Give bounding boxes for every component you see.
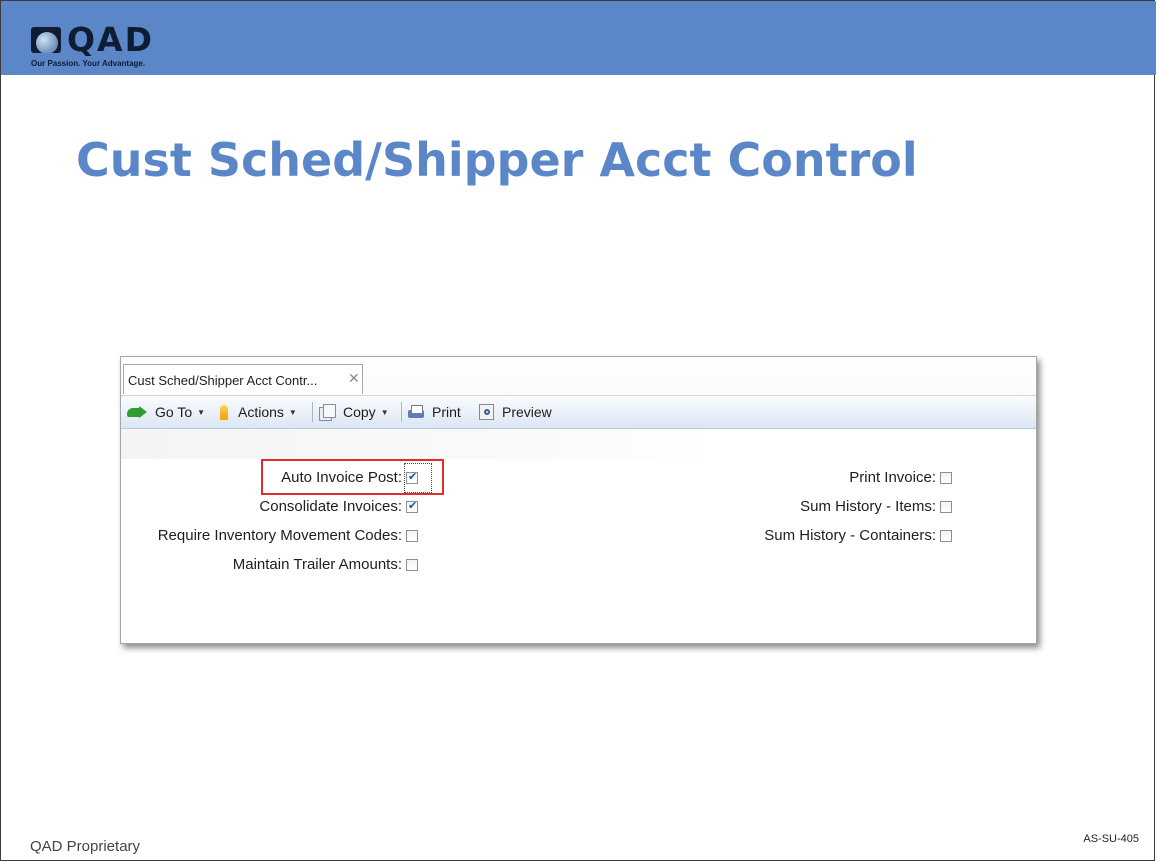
goto-label: Go To	[155, 404, 193, 420]
require-inventory-movement-codes-label: Require Inventory Movement Codes:	[157, 527, 402, 544]
toolbar-separator	[312, 402, 313, 422]
print-invoice-label: Print Invoice:	[849, 469, 936, 486]
sum-history-containers-label: Sum History - Containers:	[764, 527, 936, 544]
tab-strip: Cust Sched/Shipper Acct Contr... ✕	[121, 357, 1036, 396]
consolidate-invoices-checkbox[interactable]	[406, 499, 418, 513]
form-subheader	[121, 429, 1036, 459]
toolbar-separator	[401, 402, 402, 422]
sum-history-items-label: Sum History - Items:	[800, 498, 936, 515]
slide-title: Cust Sched/Shipper Acct Control	[76, 133, 918, 187]
print-button[interactable]: Print	[408, 402, 461, 422]
logo-tagline: Our Passion. Your Advantage.	[31, 59, 146, 68]
print-icon	[408, 405, 426, 419]
footer-proprietary: QAD Proprietary	[30, 838, 141, 855]
preview-icon	[479, 404, 494, 420]
callout-highlight	[261, 459, 444, 495]
consolidate-invoices-label: Consolidate Invoices:	[259, 498, 402, 515]
header-band: QAD Our Passion. Your Advantage.	[1, 1, 1156, 75]
copy-label: Copy	[343, 404, 376, 420]
sum-history-containers-checkbox[interactable]	[940, 530, 952, 542]
tab-close-icon[interactable]: ✕	[348, 370, 360, 387]
preview-label: Preview	[502, 404, 552, 420]
actions-icon	[220, 404, 228, 420]
tab-cust-sched-shipper[interactable]: Cust Sched/Shipper Acct Contr... ✕	[123, 364, 363, 394]
goto-button[interactable]: Go To ▼	[127, 402, 205, 422]
tab-label: Cust Sched/Shipper Acct Contr...	[128, 373, 318, 388]
print-label: Print	[432, 404, 461, 420]
maintain-trailer-amounts-label: Maintain Trailer Amounts:	[232, 556, 402, 573]
maintain-trailer-amounts-checkbox[interactable]	[406, 559, 418, 571]
preview-button[interactable]: Preview	[479, 402, 552, 422]
logo-wordmark: QAD	[67, 20, 154, 59]
copy-icon	[319, 404, 336, 421]
toolbar: Go To ▼ Actions ▼ Copy ▼ Print Preview	[121, 396, 1036, 429]
footer-slide-code: AS-SU-405	[1083, 833, 1139, 845]
copy-button[interactable]: Copy ▼	[319, 402, 389, 422]
require-inventory-movement-codes-checkbox[interactable]	[406, 530, 418, 542]
actions-label: Actions	[238, 404, 284, 420]
goto-arrow-icon	[127, 406, 149, 418]
sum-history-items-checkbox[interactable]	[940, 501, 952, 513]
qad-logo-icon	[31, 27, 61, 53]
chevron-down-icon: ▼	[197, 407, 206, 417]
actions-button[interactable]: Actions ▼	[220, 402, 297, 422]
chevron-down-icon: ▼	[288, 407, 297, 417]
print-invoice-checkbox[interactable]	[940, 472, 952, 484]
chevron-down-icon: ▼	[380, 407, 389, 417]
